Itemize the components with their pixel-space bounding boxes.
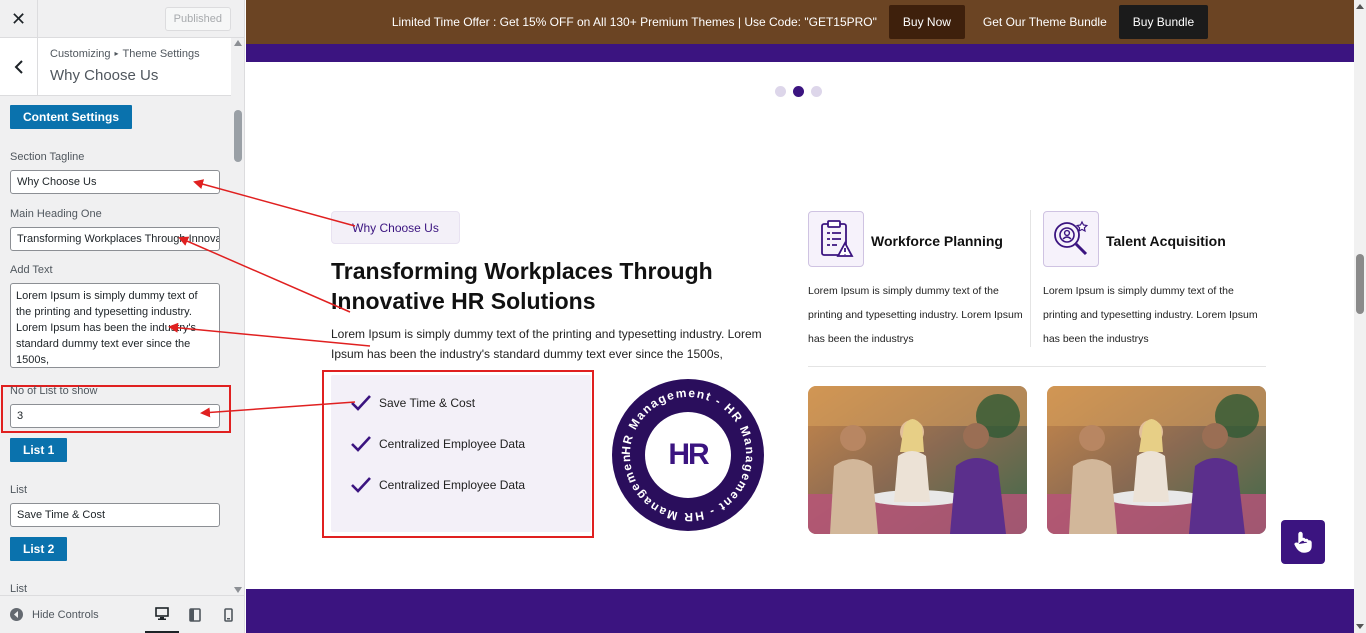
slider-bottom-strip bbox=[246, 44, 1354, 62]
desktop-preview-button[interactable] bbox=[145, 596, 179, 633]
feature-card-talent: Talent Acquisition Lorem Ipsum is simply… bbox=[1043, 211, 1258, 351]
breadcrumb-parent: Theme Settings bbox=[122, 48, 200, 60]
talent-search-icon bbox=[1043, 211, 1099, 267]
section-title: Why Choose Us bbox=[50, 67, 159, 84]
clipboard-warning-icon bbox=[808, 211, 864, 267]
close-customizer-button[interactable]: ✕ bbox=[0, 0, 38, 38]
highlight-box-preview-list bbox=[322, 370, 594, 538]
feature-title: Workforce Planning bbox=[871, 233, 1003, 249]
sidebar-controls: Content Settings Section Tagline Why Cho… bbox=[0, 96, 231, 595]
sidebar-scrollbar[interactable] bbox=[231, 38, 244, 595]
buy-now-button[interactable]: Buy Now bbox=[888, 5, 965, 39]
buy-bundle-button[interactable]: Buy Bundle bbox=[1118, 5, 1209, 39]
scroll-up-icon[interactable] bbox=[234, 40, 242, 46]
close-icon: ✕ bbox=[10, 8, 27, 29]
text-label: Add Text bbox=[10, 264, 53, 276]
breadcrumb-separator-icon: ▸ bbox=[114, 49, 119, 58]
content-settings-button[interactable]: Content Settings bbox=[10, 105, 132, 129]
section-tagline: Why Choose Us bbox=[331, 211, 460, 244]
promo-bar: Limited Time Offer : Get 15% OFF on All … bbox=[246, 0, 1354, 44]
tagline-label: Section Tagline bbox=[10, 151, 85, 163]
list-1-label: List bbox=[10, 484, 28, 496]
slider-dot[interactable] bbox=[775, 86, 786, 97]
scroll-up-icon[interactable] bbox=[1356, 4, 1364, 9]
sidebar-scroll-thumb[interactable] bbox=[234, 110, 242, 162]
text-textarea[interactable]: Lorem Ipsum is simply dummy text of the … bbox=[10, 283, 220, 368]
tablet-icon bbox=[189, 608, 201, 622]
scroll-down-icon[interactable] bbox=[1356, 624, 1364, 629]
promo-text: Limited Time Offer : Get 15% OFF on All … bbox=[391, 15, 877, 29]
section-heading: Transforming Workplaces Through Innovati… bbox=[331, 258, 713, 314]
chevron-left-icon bbox=[14, 60, 23, 74]
site-preview: Limited Time Offer : Get 15% OFF on All … bbox=[246, 0, 1366, 633]
list-count-input[interactable]: 3 bbox=[10, 404, 220, 428]
badge-center-text: HR bbox=[668, 438, 709, 471]
section-header: Customizing ▸ Theme Settings Why Choose Us bbox=[0, 38, 231, 96]
mobile-preview-button[interactable] bbox=[211, 596, 244, 633]
customizer-footer: Hide Controls bbox=[0, 595, 244, 633]
screen: ✕ Published Customizing ▸ Theme Settings W… bbox=[0, 0, 1366, 633]
hide-controls-label: Hide Controls bbox=[32, 608, 99, 621]
breadcrumb-root: Customizing bbox=[50, 48, 111, 60]
preview-scrollbar[interactable] bbox=[1354, 0, 1366, 633]
feature-bottom-divider bbox=[808, 366, 1266, 367]
desktop-icon bbox=[155, 607, 169, 620]
slider-dot-active[interactable] bbox=[793, 86, 804, 97]
heading-input[interactable]: Transforming Workplaces Through Innovati… bbox=[10, 227, 220, 251]
heading-label: Main Heading One bbox=[10, 208, 102, 220]
bundle-text: Get Our Theme Bundle bbox=[982, 15, 1107, 29]
customizer-top-bar: ✕ Published bbox=[0, 0, 244, 38]
list-1-input[interactable]: Save Time & Cost bbox=[10, 503, 220, 527]
help-button[interactable] bbox=[1281, 520, 1325, 564]
list-1-button[interactable]: List 1 bbox=[10, 438, 68, 462]
next-section-band bbox=[246, 589, 1354, 633]
section-text: Lorem Ipsum is simply dummy text of the … bbox=[331, 327, 762, 361]
preview-scroll-thumb[interactable] bbox=[1356, 254, 1364, 314]
customizer-sidebar: ✕ Published Customizing ▸ Theme Settings W… bbox=[0, 0, 245, 633]
collapse-icon bbox=[10, 608, 23, 621]
list-2-button[interactable]: List 2 bbox=[10, 537, 68, 561]
mobile-icon bbox=[223, 608, 233, 622]
published-button[interactable]: Published bbox=[164, 7, 231, 31]
list-2-label: List bbox=[10, 583, 28, 595]
hide-controls-button[interactable]: Hide Controls bbox=[10, 608, 99, 621]
tagline-input[interactable]: Why Choose Us bbox=[10, 170, 220, 194]
back-button[interactable] bbox=[0, 38, 38, 96]
hand-pointer-icon bbox=[1294, 531, 1312, 553]
list-count-label: No of List to show bbox=[10, 385, 98, 397]
breadcrumb: Customizing ▸ Theme Settings bbox=[50, 48, 200, 60]
feature-card-workforce: Workforce Planning Lorem Ipsum is simply… bbox=[808, 211, 1023, 351]
tablet-preview-button[interactable] bbox=[178, 596, 212, 633]
hr-management-badge: HR Management - HR Management - HR Manag… bbox=[612, 379, 764, 531]
feature-text: Lorem Ipsum is simply dummy text of the … bbox=[1043, 285, 1258, 345]
badge-center: HR bbox=[645, 412, 731, 498]
scroll-down-icon[interactable] bbox=[234, 587, 242, 593]
feature-text: Lorem Ipsum is simply dummy text of the … bbox=[808, 285, 1023, 345]
team-meeting-image bbox=[808, 386, 1027, 534]
team-meeting-image bbox=[1047, 386, 1266, 534]
feature-divider bbox=[1030, 210, 1031, 347]
slider-dots bbox=[775, 86, 822, 97]
slider-dot[interactable] bbox=[811, 86, 822, 97]
feature-title: Talent Acquisition bbox=[1106, 233, 1226, 249]
